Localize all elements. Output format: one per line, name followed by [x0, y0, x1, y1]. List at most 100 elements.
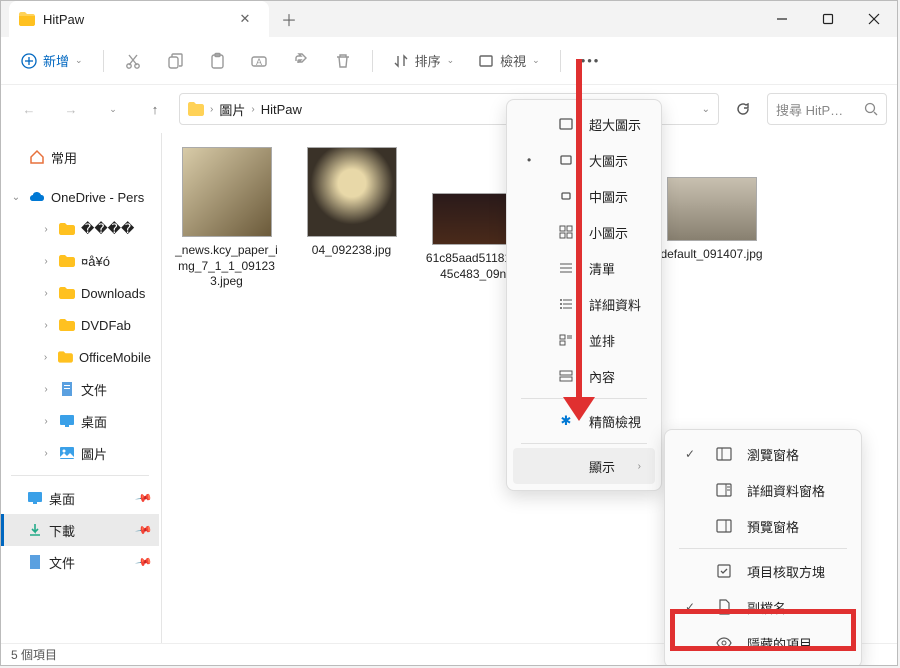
- toolbar: 新增 ⌄ A 排序⌄ 檢視⌄ •••: [1, 37, 897, 85]
- back-button[interactable]: ←: [11, 91, 47, 127]
- item-count: 5 個項目: [11, 646, 57, 663]
- refresh-button[interactable]: [725, 91, 761, 127]
- folder-icon: [59, 222, 75, 236]
- maximize-button[interactable]: [805, 1, 851, 37]
- sidebar-item-desktop[interactable]: 桌面📌: [1, 482, 159, 514]
- copy-icon: [166, 52, 184, 70]
- show-submenu: ✓瀏覽窗格 詳細資料窗格 預覽窗格 項目核取方塊 ✓副檔名 隱藏的項目: [664, 429, 862, 666]
- folder-icon: [59, 286, 75, 300]
- title-bar: HitPaw ✕ ＋: [1, 1, 897, 37]
- cut-button[interactable]: [116, 44, 150, 78]
- menu-item-show[interactable]: 顯示›: [513, 448, 655, 484]
- menu-item-md-icons[interactable]: 中圖示: [513, 178, 655, 214]
- menu-item-tiles[interactable]: 並排: [513, 322, 655, 358]
- share-icon: [292, 52, 310, 70]
- pin-icon: 📌: [135, 553, 154, 572]
- sort-label: 排序: [415, 51, 441, 70]
- sort-button[interactable]: 排序⌄: [385, 44, 463, 78]
- sidebar-item-downloads[interactable]: 下載📌: [1, 514, 159, 546]
- menu-item-details[interactable]: 詳細資料: [513, 286, 655, 322]
- breadcrumb[interactable]: HitPaw: [261, 102, 302, 117]
- menu-item-xl-icons[interactable]: 超大圖示: [513, 106, 655, 142]
- menu-item-content[interactable]: 內容: [513, 358, 655, 394]
- view-icon: [478, 53, 494, 69]
- menu-item-details-pane[interactable]: 詳細資料窗格: [671, 472, 855, 508]
- file-item[interactable]: 04_092238.jpg: [299, 147, 404, 259]
- trash-icon: [334, 52, 352, 70]
- menu-item-preview-pane[interactable]: 預覽窗格: [671, 508, 855, 544]
- new-tab-button[interactable]: ＋: [273, 3, 305, 35]
- document-icon: [27, 554, 43, 570]
- sidebar: 常用 ⌄OneDrive - Pers ›���� ›¤å¥ó ›Downloa…: [1, 133, 159, 643]
- menu-item-extensions[interactable]: ✓副檔名: [671, 589, 855, 625]
- sidebar-item[interactable]: ›圖片: [1, 437, 159, 469]
- chevron-down-icon[interactable]: ⌄: [702, 104, 710, 115]
- view-button[interactable]: 檢視⌄: [470, 44, 548, 78]
- breadcrumb[interactable]: 圖片: [219, 100, 245, 119]
- tab-title: HitPaw: [43, 12, 225, 27]
- sidebar-item[interactable]: ›OfficeMobile: [1, 341, 159, 373]
- sidebar-item[interactable]: ›文件: [1, 373, 159, 405]
- folder-icon: [188, 102, 204, 116]
- plus-circle-icon: [21, 53, 37, 69]
- sidebar-item[interactable]: ›����: [1, 213, 159, 245]
- folder-icon: [19, 12, 35, 26]
- sidebar-item-onedrive[interactable]: ⌄OneDrive - Pers: [1, 181, 159, 213]
- menu-item-checkboxes[interactable]: 項目核取方塊: [671, 553, 855, 589]
- chevron-right-icon: ›: [251, 104, 254, 115]
- minimize-button[interactable]: [759, 1, 805, 37]
- close-tab-button[interactable]: ✕: [233, 7, 257, 31]
- cloud-icon: [29, 191, 45, 203]
- pin-icon: 📌: [135, 521, 154, 540]
- search-input[interactable]: 搜尋 HitP…: [767, 93, 887, 125]
- menu-item-list[interactable]: 清單: [513, 250, 655, 286]
- menu-item-lg-icons[interactable]: •大圖示: [513, 142, 655, 178]
- paste-icon: [208, 52, 226, 70]
- view-menu: 超大圖示 •大圖示 中圖示 小圖示 清單 詳細資料 並排 內容 ✱精簡檢視 顯示…: [506, 99, 662, 491]
- paste-button[interactable]: [200, 44, 234, 78]
- folder-icon: [59, 318, 75, 332]
- tab[interactable]: HitPaw ✕: [9, 1, 269, 37]
- sidebar-item[interactable]: ›桌面: [1, 405, 159, 437]
- search-icon: [864, 102, 878, 116]
- file-item[interactable]: default_091407.jpg: [659, 177, 764, 263]
- file-item[interactable]: _news.kcy_paper_img_7_1_1_091233.jpeg: [174, 147, 279, 290]
- svg-text:A: A: [256, 57, 262, 67]
- sidebar-item-home[interactable]: 常用: [1, 141, 159, 173]
- search-placeholder: 搜尋 HitP…: [776, 100, 843, 119]
- sort-icon: [393, 53, 409, 69]
- nav-bar: ← → ⌄ ↑ › 圖片 › HitPaw ⌄ 搜尋 HitP…: [1, 85, 897, 133]
- rename-icon: A: [250, 52, 268, 70]
- pane-splitter[interactable]: [159, 133, 164, 643]
- sidebar-item[interactable]: ›¤å¥ó: [1, 245, 159, 277]
- cut-icon: [124, 52, 142, 70]
- pin-icon: 📌: [135, 489, 154, 508]
- new-label: 新增: [43, 51, 69, 70]
- menu-item-hidden-items[interactable]: 隱藏的項目: [671, 625, 855, 661]
- sidebar-item[interactable]: ›DVDFab: [1, 309, 159, 341]
- new-button[interactable]: 新增 ⌄: [13, 44, 91, 78]
- delete-button[interactable]: [326, 44, 360, 78]
- menu-item-sm-icons[interactable]: 小圖示: [513, 214, 655, 250]
- folder-icon: [59, 254, 75, 268]
- eye-icon: [716, 637, 732, 649]
- pictures-icon: [59, 446, 75, 460]
- menu-item-compact[interactable]: ✱精簡檢視: [513, 403, 655, 439]
- forward-button[interactable]: →: [53, 91, 89, 127]
- share-button[interactable]: [284, 44, 318, 78]
- close-window-button[interactable]: [851, 1, 897, 37]
- sidebar-item-documents[interactable]: 文件📌: [1, 546, 159, 578]
- copy-button[interactable]: [158, 44, 192, 78]
- menu-item-nav-pane[interactable]: ✓瀏覽窗格: [671, 436, 855, 472]
- home-icon: [29, 149, 45, 165]
- more-button[interactable]: •••: [573, 44, 609, 78]
- desktop-icon: [27, 491, 43, 505]
- view-label: 檢視: [500, 51, 526, 70]
- download-icon: [27, 522, 43, 538]
- sidebar-item[interactable]: ›Downloads: [1, 277, 159, 309]
- document-icon: [59, 381, 75, 397]
- rename-button[interactable]: A: [242, 44, 276, 78]
- recent-button[interactable]: ⌄: [95, 91, 131, 127]
- up-button[interactable]: ↑: [137, 91, 173, 127]
- folder-icon: [58, 350, 73, 364]
